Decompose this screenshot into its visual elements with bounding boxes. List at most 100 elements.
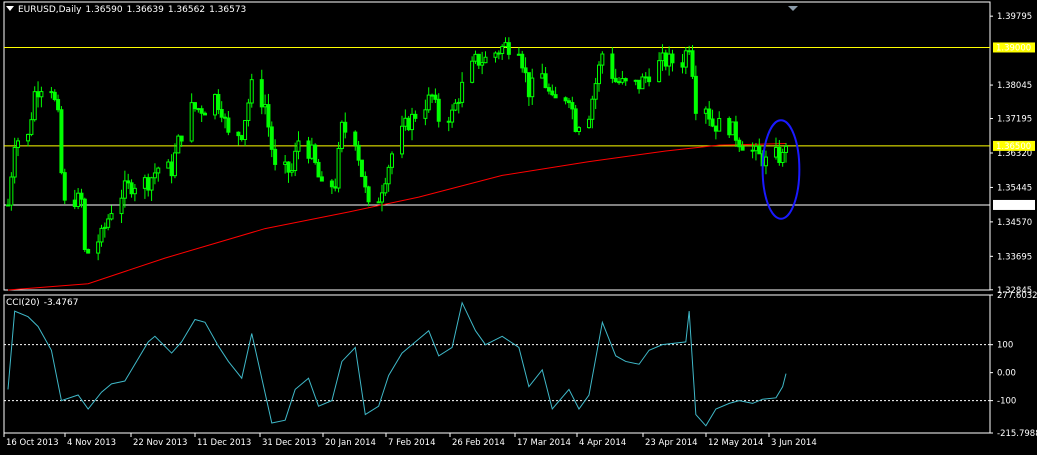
candle-body bbox=[149, 177, 154, 191]
price-tick-label: 1.39795 bbox=[997, 12, 1032, 22]
candle-body bbox=[713, 125, 718, 132]
cci-tick-label: 100 bbox=[997, 341, 1013, 351]
cci-line bbox=[7, 301, 787, 427]
candle-body bbox=[119, 197, 124, 215]
candle-body bbox=[430, 94, 435, 97]
candle-body bbox=[740, 146, 745, 151]
candle-body bbox=[96, 241, 101, 254]
candle-body bbox=[777, 146, 782, 163]
candle-body bbox=[366, 186, 371, 203]
candle-body bbox=[543, 73, 548, 89]
candle-body bbox=[132, 187, 137, 195]
candle-body bbox=[76, 192, 81, 207]
candle-body bbox=[82, 198, 87, 250]
price-tick-label: 1.35445 bbox=[997, 183, 1032, 193]
candle-body bbox=[523, 67, 528, 74]
candle-body bbox=[126, 180, 131, 184]
candle-body bbox=[379, 192, 384, 203]
candle-body bbox=[122, 180, 127, 199]
candle-body bbox=[576, 127, 581, 133]
time-axis-label: 12 May 2014 bbox=[708, 438, 763, 448]
candle-body bbox=[383, 183, 388, 194]
highlight-ellipse bbox=[761, 119, 801, 220]
candle-body bbox=[683, 50, 688, 68]
cci-tick-label: 0.00 bbox=[997, 369, 1016, 379]
time-axis-label: 7 Feb 2014 bbox=[388, 438, 436, 448]
candle-body bbox=[483, 56, 488, 64]
candle-body bbox=[263, 104, 268, 108]
candle-body bbox=[353, 131, 358, 146]
time-axis-label: 22 Nov 2013 bbox=[133, 438, 187, 448]
candle-body bbox=[410, 113, 415, 131]
candle-body bbox=[703, 108, 708, 114]
candle-body bbox=[286, 161, 291, 173]
candle-body bbox=[753, 145, 758, 152]
candle-body bbox=[570, 102, 575, 110]
candle-body bbox=[473, 53, 478, 62]
candle-body bbox=[359, 159, 364, 177]
time-axis-label: 3 Jun 2014 bbox=[771, 438, 817, 448]
candle-body bbox=[296, 140, 301, 152]
candle-body bbox=[246, 102, 251, 121]
candle-body bbox=[647, 76, 652, 83]
candle-body bbox=[172, 152, 177, 177]
level-label-text: 1.35000 bbox=[996, 201, 1031, 211]
candle-body bbox=[213, 93, 218, 116]
candle-body bbox=[179, 135, 184, 142]
candle-body bbox=[737, 139, 742, 148]
candle-body bbox=[426, 94, 431, 111]
candle-body bbox=[593, 83, 598, 100]
chart-canvas[interactable]: 1.397951.380451.371951.363201.354451.345… bbox=[0, 0, 1037, 455]
candle-body bbox=[750, 149, 755, 152]
candle-body bbox=[733, 121, 738, 141]
candle-body bbox=[309, 144, 314, 159]
trading-chart-window[interactable]: EURUSD,Daily 1.36590 1.36639 1.36562 1.36573… bbox=[0, 0, 1037, 455]
candle-body bbox=[693, 75, 698, 114]
candle-body bbox=[316, 161, 321, 178]
candle-body bbox=[192, 102, 197, 110]
candle-body bbox=[219, 109, 224, 118]
candle-body bbox=[516, 53, 521, 56]
candle-body bbox=[476, 53, 481, 66]
candle-body bbox=[109, 213, 114, 220]
candle-body bbox=[16, 140, 21, 148]
candle-body bbox=[106, 218, 111, 228]
candle-body bbox=[269, 126, 274, 150]
candle-body bbox=[333, 186, 338, 189]
candle-body bbox=[36, 91, 41, 98]
candle-body bbox=[784, 145, 788, 153]
candle-body bbox=[637, 79, 642, 90]
candle-body bbox=[59, 109, 64, 174]
time-axis-label: 23 Apr 2014 bbox=[645, 438, 698, 448]
candle-body bbox=[306, 140, 311, 159]
candle-body bbox=[613, 77, 618, 83]
level-label-text: 1.36500 bbox=[996, 142, 1031, 152]
chart-shift-marker-icon[interactable] bbox=[788, 6, 798, 11]
time-axis-label: 4 Apr 2014 bbox=[579, 438, 626, 448]
candle-body bbox=[540, 73, 545, 79]
indicator-frame bbox=[3, 294, 991, 434]
candle-body bbox=[623, 78, 628, 82]
candle-body bbox=[670, 53, 675, 64]
candle-body bbox=[259, 79, 264, 108]
cci-tick-label: 277.6032 bbox=[997, 291, 1037, 301]
candle-body bbox=[176, 135, 181, 154]
candle-body bbox=[400, 125, 405, 155]
candle-body bbox=[49, 91, 54, 94]
candle-body bbox=[313, 144, 318, 163]
candle-body bbox=[56, 99, 61, 111]
candle-body bbox=[456, 101, 461, 104]
candle-body bbox=[707, 108, 712, 120]
candle-body bbox=[617, 81, 622, 84]
candle-body bbox=[687, 50, 692, 53]
candle-body bbox=[223, 116, 228, 119]
candle-body bbox=[717, 117, 722, 132]
candle-body bbox=[102, 226, 107, 229]
time-axis-label: 20 Jan 2014 bbox=[325, 438, 376, 448]
candle-body bbox=[663, 52, 668, 67]
candle-body bbox=[573, 108, 578, 133]
candle-body bbox=[142, 177, 147, 189]
candle-body bbox=[453, 102, 458, 111]
cci-tick-label: -100 bbox=[997, 397, 1016, 407]
candle-body bbox=[597, 64, 602, 85]
